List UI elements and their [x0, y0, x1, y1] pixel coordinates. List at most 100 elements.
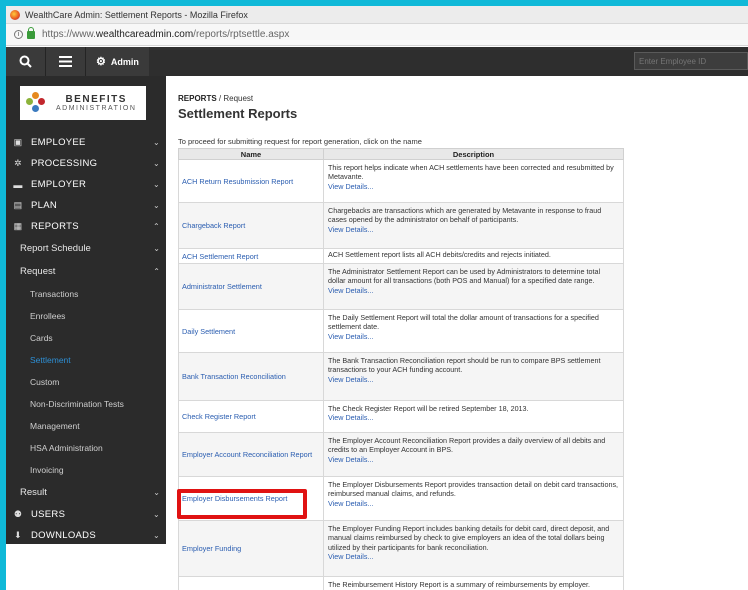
chevron-down-icon: ⌄	[152, 510, 160, 519]
sidebar-item-nondiscrimination[interactable]: Non-Discrimination Tests	[6, 393, 166, 415]
table-row: Daily Settlement The Daily Settlement Re…	[178, 309, 624, 353]
sidebar-item-reports[interactable]: ▦ REPORTS ⌃	[6, 216, 166, 237]
report-link[interactable]: Employer Account Reconciliation Report	[182, 450, 312, 459]
title-bar: WealthCare Admin: Settlement Reports - M…	[6, 6, 748, 24]
report-link[interactable]: Employer Funding	[182, 544, 241, 553]
report-link[interactable]: ACH Return Resubmission Report	[182, 177, 293, 186]
table-row: Check Register Report The Check Register…	[178, 400, 624, 433]
report-description: The Employer Disbursements Report provid…	[328, 480, 619, 499]
logo-line1: BENEFITS	[65, 94, 127, 105]
reports-table: Name Description ACH Return Resubmission…	[178, 148, 624, 590]
table-row: Chargeback Report Chargebacks are transa…	[178, 202, 624, 249]
url-host: wealthcareadmin.com	[95, 29, 194, 40]
page-title: Settlement Reports	[178, 106, 298, 121]
report-link[interactable]: ACH Settlement Report	[182, 252, 258, 261]
sidebar-item-hsa[interactable]: HSA Administration	[6, 437, 166, 459]
users-icon: ⚉	[13, 509, 23, 519]
table-row: ACH Settlement Report ACH Settlement rep…	[178, 248, 624, 264]
sidebar-item-label: EMPLOYEE	[31, 137, 86, 148]
sidebar-item-custom[interactable]: Custom	[6, 371, 166, 393]
sidebar-item-label: Cards	[30, 333, 53, 343]
admin-label: Admin	[110, 56, 139, 67]
report-link[interactable]: Chargeback Report	[182, 221, 245, 230]
view-details-link[interactable]: View Details...	[328, 413, 619, 422]
chevron-down-icon: ⌄	[153, 244, 160, 253]
sidebar-item-downloads[interactable]: ⬇ DOWNLOADS ⌄	[6, 525, 166, 546]
sidebar-item-settlement[interactable]: Settlement	[6, 349, 166, 371]
id-card-icon: ▣	[13, 137, 23, 147]
sidebar-item-label: Request	[20, 266, 56, 277]
logo-mark-icon	[26, 92, 46, 114]
table-icon: ▤	[13, 200, 23, 210]
table-row: The Reimbursement History Report is a su…	[178, 576, 624, 590]
employee-id-input[interactable]	[634, 52, 748, 70]
breadcrumb-root[interactable]: REPORTS	[178, 94, 217, 103]
sidebar-item-users[interactable]: ⚉ USERS ⌄	[6, 504, 166, 525]
info-icon[interactable]: i	[14, 30, 23, 39]
sidebar-item-management[interactable]: Management	[6, 415, 166, 437]
report-description: The Employer Account Reconciliation Repo…	[328, 436, 606, 455]
table-row: Bank Transaction Reconciliation The Bank…	[178, 352, 624, 401]
breadcrumb: REPORTS / Request	[178, 94, 748, 103]
sidebar-item-label: USERS	[31, 509, 66, 520]
window-title: WealthCare Admin: Settlement Reports - M…	[25, 9, 248, 20]
sidebar-item-invoicing[interactable]: Invoicing	[6, 459, 166, 481]
sidebar-item-transactions[interactable]: Transactions	[6, 283, 166, 305]
sidebar-item-request[interactable]: Request ⌃	[6, 260, 166, 283]
sidebar-item-report-schedule[interactable]: Report Schedule ⌄	[6, 237, 166, 260]
sidebar-item-label: Enrollees	[30, 311, 66, 321]
column-header-description: Description	[323, 148, 624, 160]
chevron-down-icon: ⌄	[152, 180, 160, 189]
search-button[interactable]	[6, 47, 46, 76]
cog-icon: ✲	[14, 158, 22, 168]
sidebar-item-plan[interactable]: ▤ PLAN ⌄	[6, 195, 166, 216]
menu-button[interactable]	[46, 47, 86, 76]
sidebar-item-enrollees[interactable]: Enrollees	[6, 305, 166, 327]
report-link[interactable]: Bank Transaction Reconciliation	[182, 372, 286, 381]
lock-icon	[27, 26, 35, 39]
report-link[interactable]: Administrator Settlement	[182, 282, 262, 291]
url-path: /reports/rptsettle.aspx	[193, 29, 290, 40]
sidebar-item-label: Transactions	[30, 289, 79, 299]
sidebar-item-result[interactable]: Result ⌄	[6, 481, 166, 504]
sidebar-item-employee[interactable]: ▣ EMPLOYEE ⌄	[6, 132, 166, 153]
report-description: The Daily Settlement Report will total t…	[328, 313, 599, 332]
report-description: The Administrator Settlement Report can …	[328, 267, 601, 286]
sidebar-item-label: REPORTS	[31, 221, 79, 232]
chevron-down-icon: ⌄	[152, 201, 160, 210]
sidebar-item-label: Invoicing	[30, 465, 64, 475]
report-link[interactable]: Check Register Report	[182, 412, 256, 421]
sidebar-item-label: Report Schedule	[20, 243, 91, 254]
intro-text: To proceed for submitting request for re…	[178, 137, 422, 146]
main-content: REPORTS / Request Settlement Reports To …	[177, 76, 748, 590]
sidebar-item-processing[interactable]: ✲ PROCESSING ⌄	[6, 153, 166, 174]
view-details-link[interactable]: View Details...	[328, 375, 619, 384]
table-row: Employer Funding The Employer Funding Re…	[178, 520, 624, 577]
logo-line2: ADMINISTRATION	[56, 105, 137, 112]
sidebar-item-label: PROCESSING	[31, 158, 98, 169]
view-details-link[interactable]: View Details...	[328, 225, 619, 234]
browser-window: WealthCare Admin: Settlement Reports - M…	[6, 6, 748, 590]
benefits-logo: BENEFITS ADMINISTRATION	[20, 86, 146, 120]
gear-icon: ⚙	[96, 56, 106, 68]
sidebar-item-label: Non-Discrimination Tests	[30, 399, 124, 409]
briefcase-icon: ▬	[13, 179, 23, 190]
sidebar-item-employer[interactable]: ▬ EMPLOYER ⌄	[6, 174, 166, 195]
sidebar-item-cards[interactable]: Cards	[6, 327, 166, 349]
breadcrumb-leaf: / Request	[218, 94, 254, 103]
address-bar[interactable]: i https://www. wealthcareadmin.com/report…	[6, 24, 748, 46]
chevron-down-icon: ⌄	[153, 488, 160, 497]
table-row: Administrator Settlement The Administrat…	[178, 263, 624, 310]
view-details-link[interactable]: View Details...	[328, 499, 619, 508]
report-description: The Reimbursement History Report is a su…	[328, 580, 591, 589]
view-details-link[interactable]: View Details...	[328, 286, 619, 295]
search-icon	[19, 55, 32, 68]
report-link[interactable]: Daily Settlement	[182, 327, 235, 336]
top-navbar: ⚙ Admin	[6, 47, 748, 76]
view-details-link[interactable]: View Details...	[328, 455, 619, 464]
view-details-link[interactable]: View Details...	[328, 552, 619, 561]
admin-menu[interactable]: ⚙ Admin	[86, 47, 149, 76]
view-details-link[interactable]: View Details...	[328, 182, 619, 191]
view-details-link[interactable]: View Details...	[328, 332, 619, 341]
chevron-up-icon: ⌃	[153, 267, 160, 276]
